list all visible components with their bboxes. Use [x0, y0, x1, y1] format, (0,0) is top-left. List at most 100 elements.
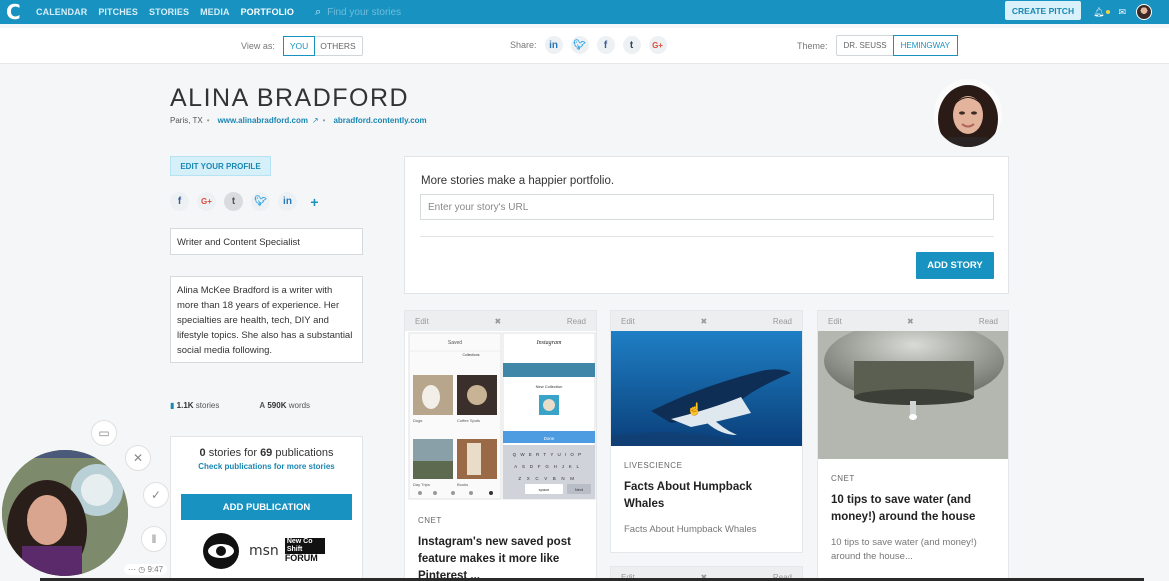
publications-panel: 0 stories for 69 publications Check publ…	[170, 436, 363, 581]
story-card[interactable]: Edit ✖ Read LIVESCIENCE Facts About Hump…	[610, 310, 803, 553]
theme-label: Theme:	[797, 40, 828, 51]
nav-pitches[interactable]: PITCHES	[98, 7, 138, 17]
cbs-logo[interactable]	[203, 533, 239, 569]
webcam-video	[2, 450, 128, 576]
card-source: CNET	[831, 474, 855, 483]
profile-contently-link[interactable]: abradford.contently.com	[333, 116, 426, 125]
theme-dr-seuss[interactable]: DR. SEUSS	[837, 36, 894, 55]
card-description: 10 tips to save water (and money!) aroun…	[831, 537, 977, 562]
linkedin-share-icon[interactable]: in	[544, 36, 563, 54]
card-title[interactable]: 10 tips to save water (and money!) aroun…	[831, 492, 995, 526]
card-remove-icon[interactable]: ✖	[700, 317, 707, 326]
edit-profile-button[interactable]: EDIT YOUR PROFILE	[170, 156, 271, 176]
card-edit[interactable]: Edit	[621, 317, 635, 326]
stories-stat: ▮ 1.1K stories	[170, 401, 220, 410]
search-input[interactable]	[327, 6, 888, 18]
card-toolbar: Edit ✖ Read	[611, 311, 802, 331]
theme-toggle: DR. SEUSS HEMINGWAY	[835, 35, 958, 56]
story-card[interactable]: Edit ✖ Read CNET 10 tips to save water (…	[817, 310, 1009, 581]
card-title[interactable]: Instagram's new saved post feature makes…	[418, 534, 583, 580]
tumblr-share-icon[interactable]: t	[622, 36, 641, 54]
search-icon: ⌕	[314, 5, 322, 18]
share-group: Share: in 🐦︎ f t G+	[510, 36, 667, 54]
card-title[interactable]: Facts About Humpback Whales	[624, 479, 789, 513]
story-card[interactable]: Edit ✖ Read Saved Collections Dogs Coffe…	[404, 310, 597, 581]
twitter-icon[interactable]: 🐦︎	[251, 192, 270, 211]
publications-summary: 0 stories for 69 publications	[199, 447, 334, 459]
card-edit[interactable]: Edit	[415, 317, 429, 326]
add-story-button[interactable]: ADD STORY	[916, 252, 994, 279]
linkedin-icon[interactable]: in	[278, 192, 297, 211]
tumblr-icon[interactable]: t	[224, 192, 243, 211]
msn-logo[interactable]: msn	[249, 543, 279, 559]
card-source: LIVESCIENCE	[624, 461, 683, 470]
theme-hemingway[interactable]: HEMINGWAY	[892, 35, 958, 56]
svg-text:Collections: Collections	[462, 353, 479, 357]
view-as-you[interactable]: YOU	[282, 36, 316, 56]
external-link-icon: ↗	[311, 116, 319, 125]
profile-meta: Paris, TX • www.alinabradford.com ↗ • ab…	[170, 116, 431, 125]
svg-text:Day Trips: Day Trips	[413, 482, 430, 487]
story-url-input[interactable]	[420, 194, 994, 220]
add-social-icon[interactable]: +	[305, 192, 324, 211]
svg-text:Books: Books	[457, 482, 468, 487]
recording-timer: ⋯ ◷ 9:47	[124, 564, 168, 575]
svg-text:Coffee Spots: Coffee Spots	[457, 418, 480, 423]
contently-logo[interactable]: C	[6, 1, 28, 23]
profile-social-links: f G+ t 🐦︎ in +	[170, 192, 332, 211]
user-avatar[interactable]	[1135, 4, 1152, 20]
portfolio-toolbar: View as: YOU OTHERS Share: in 🐦︎ f t G+ …	[0, 28, 1169, 64]
svg-text:Done: Done	[544, 436, 555, 441]
close-icon[interactable]: ✕	[125, 445, 151, 471]
card-toolbar: Edit ✖ Read	[405, 311, 596, 331]
clock-icon: ◷	[138, 565, 146, 574]
card-edit[interactable]: Edit	[828, 317, 842, 326]
nav-search: ⌕	[315, 0, 935, 24]
facebook-icon[interactable]: f	[170, 192, 189, 211]
card-remove-icon[interactable]: ✖	[494, 317, 501, 326]
view-as-toggle: YOU OTHERS	[282, 36, 363, 56]
check-icon[interactable]: ✓	[143, 482, 169, 508]
google-plus-share-icon[interactable]: G+	[648, 36, 667, 54]
card-image: Saved Collections Dogs Coffee Spots Day …	[405, 331, 596, 501]
svg-text:New Collection: New Collection	[536, 384, 563, 389]
profile-website-link[interactable]: www.alinabradford.com	[218, 116, 308, 125]
card-read[interactable]: Read	[979, 317, 998, 326]
camera-icon[interactable]: ▭	[91, 420, 117, 446]
bell-icon[interactable]: 🔔︎	[1093, 7, 1104, 18]
meta-separator: •	[322, 116, 326, 125]
twitter-share-icon[interactable]: 🐦︎	[570, 36, 589, 54]
profile-title-field[interactable]: Writer and Content Specialist	[170, 228, 363, 255]
card-read[interactable]: Read	[773, 317, 792, 326]
notification-dot-icon	[1106, 10, 1111, 14]
more-icon[interactable]: ⋯	[128, 565, 136, 574]
check-publications-link[interactable]: Check publications for more stories	[171, 462, 362, 471]
top-nav: C CALENDAR PITCHES STORIES MEDIA PORTFOL…	[0, 0, 1169, 24]
mail-icon[interactable]: ✉	[1118, 7, 1126, 18]
card-read[interactable]: Read	[567, 317, 586, 326]
profile-stats: ▮ 1.1K stories A 590K words	[170, 401, 350, 410]
add-publication-button[interactable]: ADD PUBLICATION	[181, 494, 352, 520]
card-description: Facts About Humpback Whales	[624, 524, 757, 535]
profile-bio-field[interactable]: Alina McKee Bradford is a writer with mo…	[170, 276, 363, 363]
nav-portfolio[interactable]: PORTFOLIO	[241, 7, 294, 17]
view-as-others[interactable]: OTHERS	[314, 37, 361, 55]
google-plus-icon[interactable]: G+	[197, 192, 216, 211]
svg-text:Next: Next	[575, 487, 584, 492]
svg-text:Saved: Saved	[448, 340, 462, 346]
card-remove-icon[interactable]: ✖	[907, 317, 914, 326]
svg-text:QWERTYUIOP: QWERTYUIOP	[513, 452, 586, 457]
pause-icon[interactable]: ‖	[141, 526, 167, 552]
profile-location: Paris, TX	[170, 116, 203, 125]
nav-media[interactable]: MEDIA	[200, 7, 230, 17]
card-image	[818, 321, 1008, 459]
nav-stories[interactable]: STORIES	[149, 7, 189, 17]
view-as-label: View as:	[241, 41, 275, 51]
facebook-share-icon[interactable]: f	[596, 36, 615, 54]
svg-text:space: space	[539, 487, 550, 492]
hand-cursor-icon: ☝	[687, 402, 702, 416]
publication-logos: msn New Co Shift FORUM	[203, 533, 325, 569]
newco-shift-forum-logo[interactable]: New Co Shift FORUM	[284, 538, 325, 564]
create-pitch-button[interactable]: CREATE PITCH	[1005, 1, 1081, 20]
nav-calendar[interactable]: CALENDAR	[36, 7, 87, 17]
